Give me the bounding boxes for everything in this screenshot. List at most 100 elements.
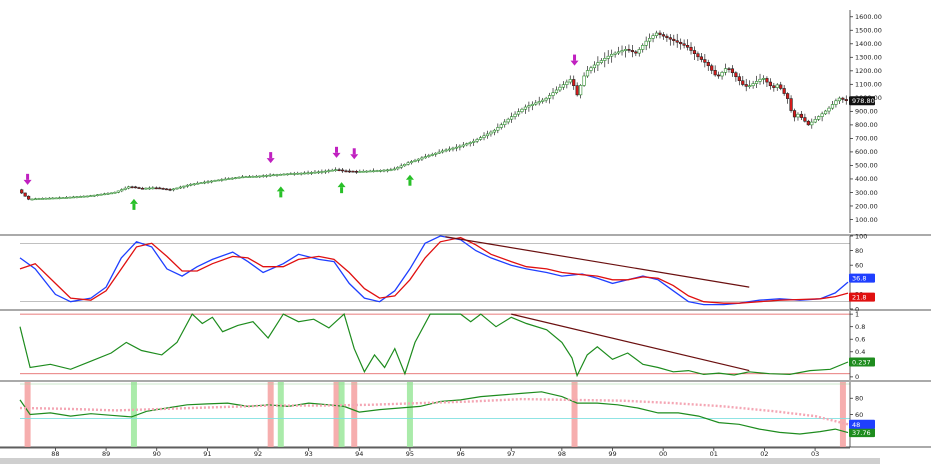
- buy-highlight-band: [277, 382, 284, 447]
- candle-up: [258, 175, 262, 178]
- candle-up: [144, 187, 148, 190]
- stochastic-last-tag-1-text: 36.8: [852, 275, 866, 283]
- candle-down: [792, 110, 797, 118]
- x-tick-label: 94: [355, 450, 363, 458]
- candle-up: [623, 49, 628, 51]
- candle-up: [482, 135, 486, 138]
- candle-up: [416, 158, 421, 161]
- sell-signal-arrow-stem: [573, 54, 577, 61]
- candle-up: [365, 170, 369, 173]
- buy-signal-arrow: [337, 182, 346, 188]
- candle-up: [489, 131, 493, 135]
- candle-down: [347, 170, 352, 173]
- candle-up: [292, 173, 296, 175]
- panel-backgrounds: [0, 234, 931, 448]
- candle-up: [596, 62, 600, 66]
- candle-down: [713, 70, 717, 76]
- candle-down: [717, 74, 721, 77]
- candle-up: [54, 197, 58, 200]
- candle-down: [765, 78, 769, 83]
- buy-signal-arrow: [405, 174, 414, 180]
- candle-up: [271, 174, 276, 177]
- buy-signal-arrow: [129, 198, 138, 204]
- candle-down: [627, 49, 631, 51]
- candle-up: [403, 163, 407, 167]
- candle-up: [492, 129, 496, 133]
- buy-signal-arrow: [276, 186, 285, 192]
- candle-up: [547, 95, 552, 99]
- candle-up: [68, 196, 72, 199]
- x-axis: 88 89 90 91 92 93 94 95 96 97 98 99 00 01 02 03: [0, 447, 850, 458]
- candle-up: [810, 121, 814, 126]
- buy-signal-arrow-stem: [132, 203, 136, 210]
- candle-up: [554, 89, 559, 94]
- candle-down: [679, 41, 683, 45]
- sell-highlight-band: [351, 382, 358, 447]
- candle-up: [496, 127, 500, 131]
- candle-down: [20, 189, 24, 194]
- stochastic-last-tag-2-text: 21.8: [852, 294, 866, 302]
- buy-highlight-band: [338, 382, 345, 447]
- candle-up: [434, 152, 438, 155]
- indicator-trendline: [511, 313, 750, 372]
- horizontal-scrollbar[interactable]: [0, 458, 880, 464]
- candle-up: [558, 86, 562, 91]
- candle-up: [613, 52, 617, 55]
- stochastic-line-1: [19, 235, 849, 306]
- candle-down: [634, 51, 638, 54]
- sell-signal-arrow-stem: [335, 146, 339, 153]
- candle-up: [78, 196, 82, 198]
- candle-up: [506, 118, 510, 123]
- y-tick-label: 1500.00: [855, 27, 882, 35]
- candle-up: [64, 197, 69, 199]
- indicator-last-tag: 0.237: [849, 357, 875, 367]
- candle-up: [775, 84, 779, 88]
- rs-last-tag-2-text: 48: [852, 421, 860, 429]
- x-tick-label: 02: [760, 450, 768, 458]
- candle-down: [165, 188, 169, 191]
- candle-down: [137, 187, 141, 189]
- candle-up: [327, 170, 331, 172]
- buy-signal-arrow-stem: [340, 187, 344, 194]
- rs-last-tag-2: 48: [849, 419, 875, 429]
- sell-signal-arrow-stem: [352, 148, 356, 155]
- candle-up: [199, 182, 203, 184]
- candle-down: [661, 34, 666, 37]
- candle-up: [247, 176, 252, 178]
- rs-last-tag-1-text: 37.76: [852, 429, 871, 437]
- candle-up: [44, 197, 48, 200]
- candle-up: [830, 104, 835, 109]
- candle-up: [285, 173, 289, 176]
- candle-up: [423, 156, 427, 159]
- candle-up: [561, 84, 565, 88]
- y-tick-label: 1300.00: [855, 54, 882, 62]
- x-tick-label: 97: [507, 450, 515, 458]
- candle-up: [654, 32, 659, 36]
- candle-down: [682, 43, 686, 46]
- candle-down: [703, 59, 707, 63]
- candle-up: [478, 137, 483, 140]
- candle-down: [768, 81, 772, 87]
- candle-up: [389, 169, 393, 171]
- candle-down: [575, 85, 579, 96]
- candle-up: [610, 53, 614, 57]
- x-tick-label: 03: [811, 450, 819, 458]
- candle-up: [551, 92, 555, 96]
- candle-down: [730, 68, 735, 74]
- candle-up: [396, 167, 400, 170]
- candle-up: [430, 154, 434, 156]
- candle-down: [344, 170, 348, 173]
- stochastic-last-tag-2: 21.8: [849, 292, 875, 302]
- candle-up: [761, 78, 766, 80]
- candle-up: [644, 40, 648, 46]
- candle-up: [451, 147, 455, 150]
- candle-down: [27, 195, 31, 200]
- candle-up: [223, 178, 227, 181]
- candle-up: [465, 143, 469, 146]
- candle-up: [441, 150, 445, 153]
- candle-up: [216, 179, 220, 182]
- y-tick-label: 900.00: [855, 108, 878, 116]
- candle-up: [109, 192, 114, 195]
- rs-line-1: [19, 391, 849, 435]
- candle-up: [306, 172, 310, 175]
